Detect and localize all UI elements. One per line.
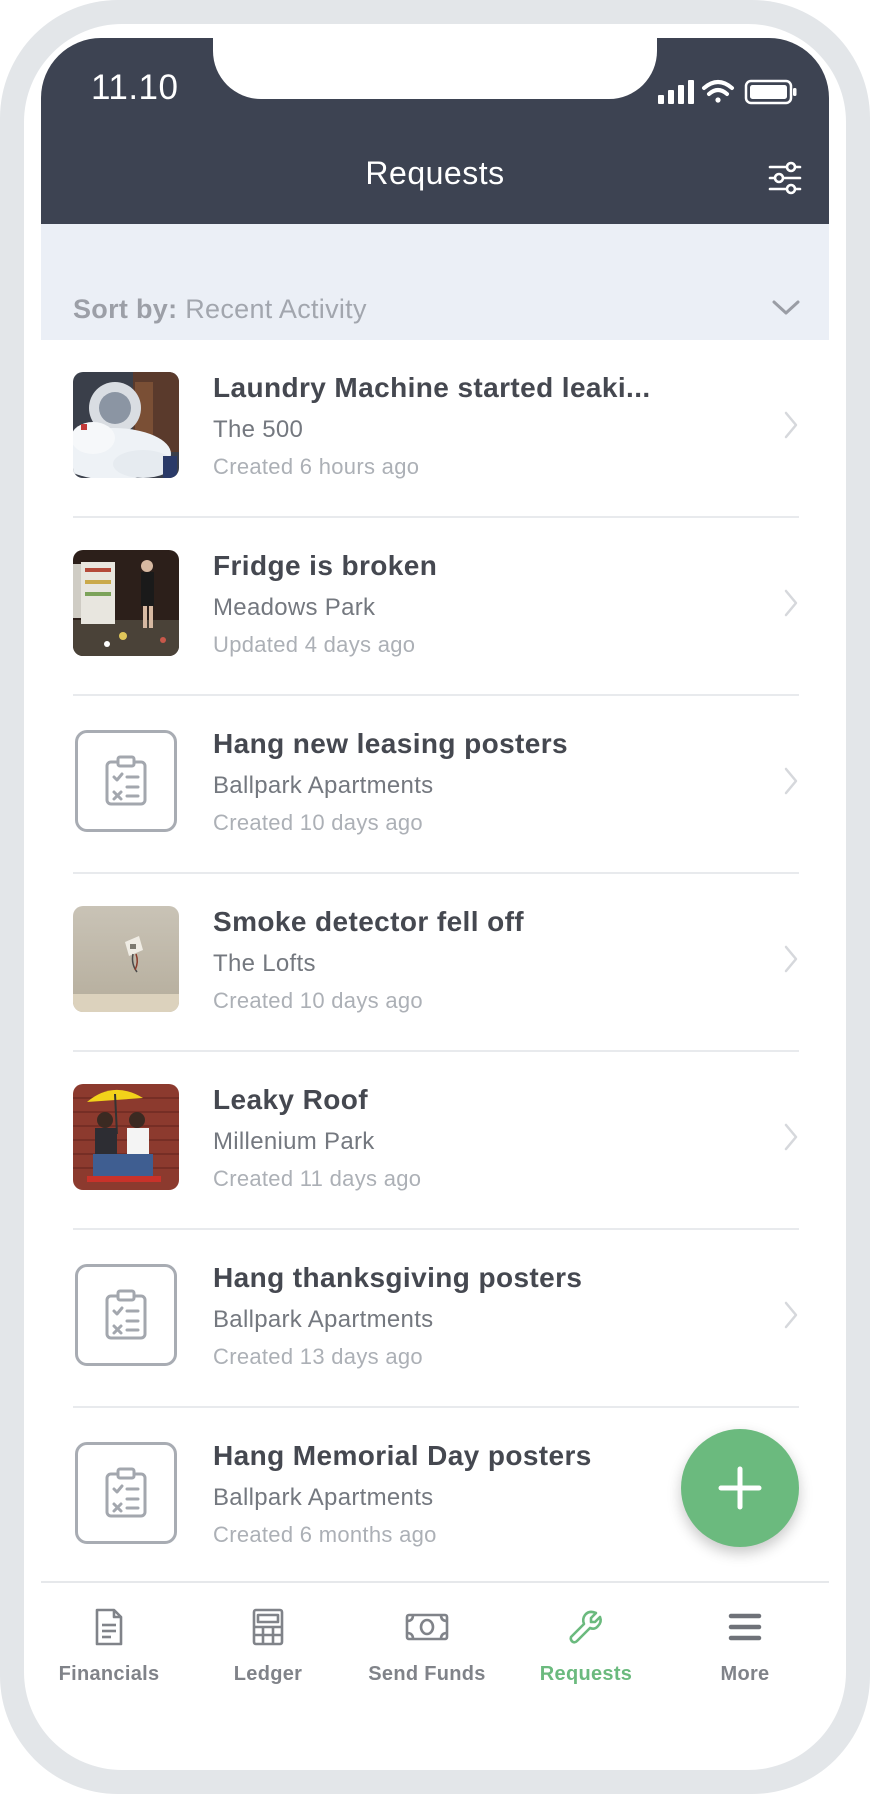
request-title: Leaky Roof <box>213 1084 368 1115</box>
request-property: Millenium Park <box>213 1128 375 1155</box>
signal-icon <box>658 80 694 104</box>
request-title: Smoke detector fell off <box>213 906 525 937</box>
tab-more[interactable]: More <box>665 1603 825 1686</box>
wifi-icon <box>702 80 734 103</box>
screen: 11.10 Requests Sort by: Recent Activity … <box>41 38 829 1763</box>
clipboard-placeholder <box>75 1442 177 1544</box>
leaky-roof-photo <box>73 1084 179 1190</box>
request-timestamp: Created 10 days ago <box>213 988 423 1013</box>
tab-label: Ledger <box>233 1663 303 1685</box>
request-property: Ballpark Apartments <box>213 772 434 799</box>
sort-dropdown[interactable]: Sort by: Recent Activity <box>41 224 829 340</box>
request-row[interactable]: Smoke detector fell off The Lofts Create… <box>41 874 829 1052</box>
plus-icon <box>718 1466 762 1510</box>
request-row[interactable]: Hang new leasing posters Ballpark Apartm… <box>41 696 829 874</box>
app-header: 11.10 Requests <box>41 38 829 224</box>
wrench-icon <box>569 1610 602 1644</box>
request-row[interactable]: Fridge is broken Meadows Park Updated 4 … <box>41 518 829 696</box>
tab-requests[interactable]: Requests <box>506 1603 666 1686</box>
tab-label: Requests <box>539 1663 633 1685</box>
filter-button[interactable] <box>765 158 805 198</box>
status-icons <box>658 78 808 111</box>
tab-send-funds[interactable]: Send Funds <box>347 1603 507 1686</box>
request-title: Hang Memorial Day posters <box>213 1440 592 1471</box>
laundry-photo <box>73 372 179 478</box>
sliders-icon <box>768 161 802 195</box>
clipboard-icon <box>105 755 147 806</box>
chevron-right-icon <box>784 589 798 617</box>
clipboard-placeholder <box>75 730 177 832</box>
tab-bar: Financials Ledger Send Funds Requests Mo… <box>41 1581 829 1763</box>
request-title: Laundry Machine started leaki... <box>213 372 651 403</box>
menu-icon <box>728 1613 762 1641</box>
request-title: Fridge is broken <box>213 550 438 581</box>
tab-label: Send Funds <box>368 1663 486 1685</box>
chevron-right-icon <box>784 1301 798 1329</box>
money-icon <box>405 1613 449 1641</box>
clipboard-icon <box>105 1467 147 1518</box>
tab-ledger[interactable]: Ledger <box>188 1603 348 1686</box>
request-title: Hang new leasing posters <box>213 728 569 759</box>
page-title: Requests <box>365 155 505 191</box>
status-time: 11.10 <box>91 68 179 107</box>
chevron-right-icon <box>784 767 798 795</box>
request-property: Ballpark Apartments <box>213 1484 434 1511</box>
request-row[interactable]: Leaky Roof Millenium Park Created 11 day… <box>41 1052 829 1230</box>
chevron-right-icon <box>784 411 798 439</box>
sort-key: Sort by: <box>73 294 178 324</box>
request-row[interactable]: Laundry Machine started leaki... The 500… <box>41 340 829 518</box>
calculator-icon <box>252 1608 284 1646</box>
smoke-detector-photo <box>73 906 179 1012</box>
sort-label: Sort by: Recent Activity <box>73 294 367 325</box>
chevron-right-icon <box>784 1123 798 1151</box>
request-timestamp: Created 6 hours ago <box>213 454 420 479</box>
document-icon <box>95 1608 123 1646</box>
clipboard-placeholder <box>75 1264 177 1366</box>
request-timestamp: Created 13 days ago <box>213 1344 423 1369</box>
request-timestamp: Created 11 days ago <box>213 1166 422 1191</box>
tab-label: More <box>720 1663 770 1685</box>
request-property: Meadows Park <box>213 594 376 621</box>
request-property: The Lofts <box>213 950 316 977</box>
chevron-down-icon <box>772 300 800 315</box>
fridge-photo <box>73 550 179 656</box>
tab-label: Financials <box>58 1663 160 1685</box>
request-property: Ballpark Apartments <box>213 1306 434 1333</box>
clipboard-icon <box>105 1289 147 1340</box>
tab-financials[interactable]: Financials <box>41 1603 189 1686</box>
request-row[interactable]: Hang thanksgiving posters Ballpark Apart… <box>41 1230 829 1408</box>
request-property: The 500 <box>213 416 304 443</box>
battery-icon <box>744 79 797 105</box>
request-timestamp: Created 6 months ago <box>213 1522 437 1547</box>
sort-value: Recent Activity <box>185 294 367 324</box>
add-request-button[interactable] <box>681 1429 799 1547</box>
chevron-right-icon <box>784 945 798 973</box>
request-timestamp: Created 10 days ago <box>213 810 423 835</box>
request-title: Hang thanksgiving posters <box>213 1262 583 1293</box>
device-notch <box>213 38 657 99</box>
request-timestamp: Updated 4 days ago <box>213 632 416 657</box>
requests-list: Laundry Machine started leaki... The 500… <box>41 340 829 1586</box>
